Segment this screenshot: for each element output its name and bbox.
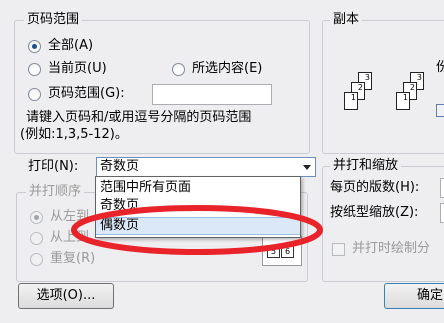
copies-title: 副本 bbox=[330, 12, 363, 28]
radio-order-top[interactable] bbox=[30, 232, 43, 245]
radio-selection[interactable] bbox=[172, 63, 185, 76]
draw-border-label[interactable]: 并打时绘制分 bbox=[352, 241, 430, 257]
scale-to-paper-label: 按纸型缩放(Z): bbox=[330, 205, 419, 220]
print-select-value: 奇数页 bbox=[100, 159, 140, 174]
page-range-title: 页码范围 bbox=[24, 12, 83, 28]
draw-border-checkbox[interactable] bbox=[332, 243, 345, 256]
copies-partial-text: 份 bbox=[436, 60, 444, 75]
preview-page-number: 5 bbox=[267, 245, 280, 258]
dropdown-option-odd-pages[interactable]: 奇数页 bbox=[96, 197, 300, 215]
print-label: 打印(N): bbox=[28, 159, 79, 174]
page-range-input[interactable] bbox=[152, 84, 272, 105]
options-button[interactable]: 选项(O)... bbox=[18, 283, 114, 309]
radio-repeat-label[interactable]: 重复(R) bbox=[50, 251, 95, 267]
copies-group bbox=[322, 20, 444, 154]
radio-selection-label[interactable]: 所选内容(E) bbox=[192, 61, 262, 77]
print-dropdown-list: 范围中所有页面 奇数页 偶数页 bbox=[95, 176, 301, 238]
radio-order-left-label[interactable]: 从左到 bbox=[50, 209, 89, 225]
radio-current-page[interactable] bbox=[28, 63, 41, 76]
page-icon: 1 bbox=[396, 92, 410, 110]
radio-all-label[interactable]: 全部(A) bbox=[48, 38, 93, 54]
chevron-down-icon[interactable] bbox=[303, 165, 311, 170]
pages-per-sheet-select[interactable] bbox=[440, 178, 444, 198]
preview-page-number: 6 bbox=[281, 245, 294, 258]
collate-checkbox[interactable] bbox=[436, 104, 444, 117]
zoom-title: 并打和缩放 bbox=[330, 158, 402, 174]
page-icon: 1 bbox=[344, 92, 358, 110]
dropdown-option-all-pages[interactable]: 范围中所有页面 bbox=[96, 179, 300, 197]
radio-order-top-label[interactable]: 从上到 bbox=[50, 230, 89, 246]
page-range-hint-line1: 请键入页码和/或用逗号分隔的页码范围 bbox=[26, 110, 252, 125]
order-preview-icon: 5 6 bbox=[262, 236, 302, 266]
radio-current-page-label[interactable]: 当前页(U) bbox=[48, 61, 107, 77]
radio-all[interactable] bbox=[28, 40, 41, 53]
radio-page-range[interactable] bbox=[28, 88, 41, 101]
radio-page-range-label[interactable]: 页码范围(G): bbox=[48, 86, 125, 102]
radio-repeat[interactable] bbox=[30, 253, 43, 266]
page-range-hint-line2: (例如:1,3,5-12)。 bbox=[20, 127, 128, 142]
ok-button[interactable]: 确定 bbox=[384, 283, 444, 309]
print-select[interactable]: 奇数页 bbox=[96, 157, 316, 177]
pages-per-sheet-label: 每页的版数(H): bbox=[330, 180, 420, 195]
radio-order-left[interactable] bbox=[30, 211, 43, 224]
scale-to-paper-select[interactable] bbox=[440, 203, 444, 223]
dropdown-option-even-pages[interactable]: 偶数页 bbox=[96, 217, 300, 235]
print-order-title: 并打顺序 bbox=[26, 184, 85, 200]
